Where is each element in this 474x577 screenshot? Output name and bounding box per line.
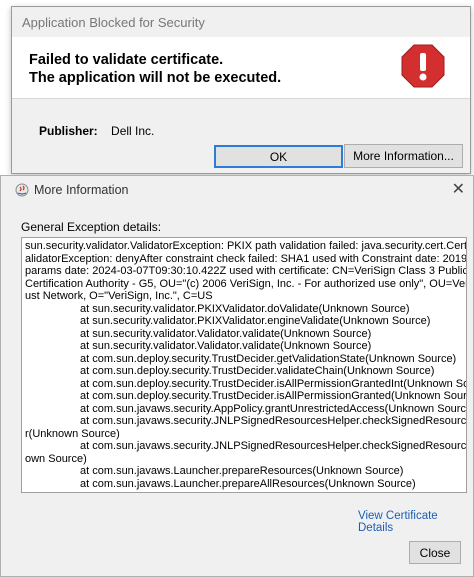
stack-line: at com.sun.javaws.Launcher.prepareResour… [80, 465, 404, 477]
stack-line: at com.sun.javaws.security.AppPolicy.gra… [80, 402, 467, 415]
stack-line: at sun.security.validator.PKIXValidator.… [80, 302, 410, 315]
stop-icon [401, 44, 445, 88]
details-line: sun.security.validator.ValidatorExceptio… [25, 240, 467, 252]
more-information-button[interactable]: More Information... [344, 144, 463, 168]
details-line: params date: 2024-03-07T09:30:10.422Z us… [25, 265, 467, 277]
stack-line: at com.sun.deploy.security.TrustDecider.… [80, 352, 457, 365]
close-button[interactable]: Close [409, 541, 461, 564]
stack-line: at com.sun.javaws.security.JNLPSignedRes… [80, 415, 467, 427]
publisher-row: Publisher: Dell Inc. [39, 124, 154, 138]
stack-line: at com.sun.deploy.security.TrustDecider.… [80, 377, 467, 390]
stack-wrap-line: own Source) [25, 452, 87, 465]
stack-line: at com.sun.deploy.security.TrustDecider.… [80, 365, 435, 377]
publisher-label: Publisher: [39, 124, 98, 138]
view-certificate-details-link[interactable]: View Certificate Details [358, 510, 473, 534]
stack-wrap-line: r(Unknown Source) [25, 427, 120, 440]
details-line: Certification Authority - G5, OU="(c) 20… [25, 277, 467, 290]
error-banner: Failed to validate certificate. The appl… [12, 37, 470, 99]
blocked-dialog-title: Application Blocked for Security [12, 7, 470, 37]
publisher-value: Dell Inc. [111, 124, 155, 138]
stack-line: at sun.security.validator.Validator.vali… [80, 327, 372, 340]
error-message-line2: The application will not be executed. [29, 70, 282, 86]
general-exception-label: General Exception details: [21, 220, 162, 234]
stack-line: at sun.security.validator.Validator.vali… [80, 340, 372, 352]
application-blocked-dialog: Application Blocked for Security Failed … [11, 6, 471, 174]
close-icon[interactable]: ✕ [452, 182, 465, 198]
stack-line: at com.sun.deploy.security.TrustDecider.… [80, 390, 467, 402]
details-line: alidatorException: denyAfter constraint … [25, 252, 467, 265]
more-information-dialog: More Information ✕ General Exception det… [0, 175, 474, 577]
details-line: ust Network, O="VeriSign, Inc.", C=US [25, 290, 213, 302]
error-message: Failed to validate certificate. The appl… [29, 51, 281, 87]
error-message-line1: Failed to validate certificate. [29, 52, 224, 68]
stack-line: at com.sun.javaws.security.JNLPSignedRes… [80, 440, 467, 452]
more-info-title: More Information [34, 183, 129, 197]
ok-button[interactable]: OK [214, 145, 343, 168]
stack-line: at sun.security.validator.PKIXValidator.… [80, 315, 431, 327]
exception-details-text[interactable]: sun.security.validator.ValidatorExceptio… [21, 237, 467, 493]
stack-line: at com.sun.javaws.Launcher.prepareAllRes… [80, 477, 416, 490]
more-info-titlebar: More Information [1, 176, 473, 204]
java-icon [15, 183, 29, 197]
